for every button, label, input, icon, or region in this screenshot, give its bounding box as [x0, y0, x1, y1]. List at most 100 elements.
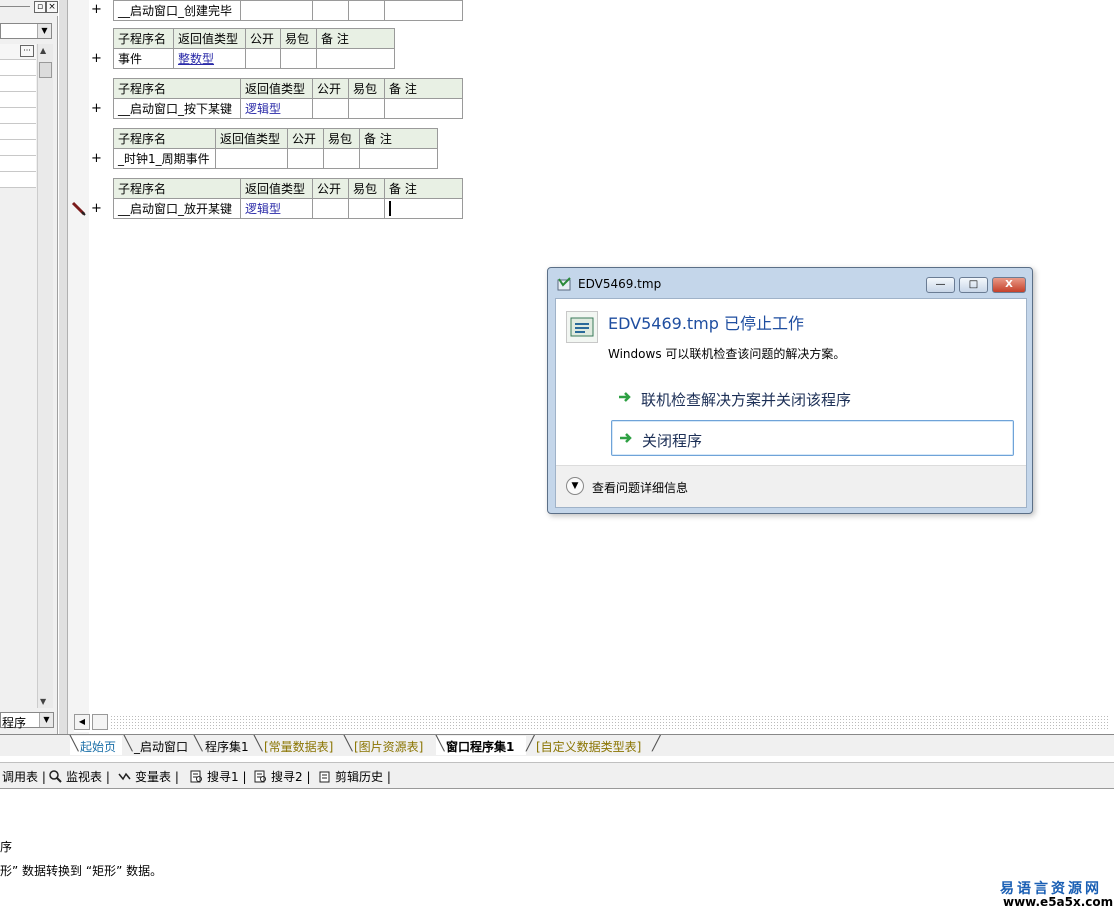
expand-icon[interactable]: +	[91, 151, 102, 166]
epackage-cell[interactable]	[348, 0, 385, 21]
public-cell[interactable]	[287, 148, 324, 169]
document-tabs: ╲ 起始页 ╲ _启动窗口 ╲ 程序集1 ╲ [常量数据表] ╲ [图片资源表]…	[0, 734, 1114, 756]
epackage-cell[interactable]	[348, 98, 385, 119]
return-type-link[interactable]: 整数型	[178, 52, 214, 66]
property-scrollbar[interactable]: ▲ ▼	[37, 44, 53, 708]
header-remark: 备 注	[384, 178, 463, 199]
minimize-button[interactable]: —	[926, 277, 955, 293]
property-row[interactable]	[0, 92, 36, 108]
public-cell[interactable]	[245, 48, 281, 69]
expand-icon[interactable]: +	[91, 101, 102, 116]
tab-label: [图片资源表]	[354, 740, 424, 754]
chevron-down-icon[interactable]: ▼	[37, 24, 51, 38]
variable-table-button[interactable]: 变量表 |	[118, 768, 179, 785]
restore-button[interactable]: □	[959, 277, 988, 293]
search2-button[interactable]: 搜寻2 |	[254, 768, 311, 785]
epackage-cell[interactable]	[348, 198, 385, 219]
variables-icon	[118, 772, 131, 781]
check-online-option[interactable]: 联机检查解决方案并关闭该程序	[611, 380, 1014, 416]
epackage-cell[interactable]	[280, 48, 317, 69]
close-program-option[interactable]: 关闭程序	[611, 420, 1014, 456]
property-row[interactable]	[0, 108, 36, 124]
property-row[interactable]	[0, 140, 36, 156]
scroll-down-icon[interactable]: ▼	[40, 697, 46, 706]
tab-custom-types[interactable]: ╱ [自定义数据类型表] ╱	[526, 736, 662, 755]
tab-startup-window[interactable]: ╲ _启动窗口	[124, 736, 194, 755]
chevron-down-icon[interactable]: ▼	[566, 477, 584, 495]
subroutine-name-cell[interactable]: __启动窗口_创建完毕	[113, 0, 241, 21]
remark-cell[interactable]	[384, 98, 463, 119]
scroll-thumb[interactable]	[92, 714, 108, 730]
clip-history-button[interactable]: 剪辑历史 |	[318, 768, 391, 785]
tab-label: _启动窗口	[134, 740, 189, 754]
tab-label: 起始页	[80, 740, 117, 754]
public-cell[interactable]	[312, 0, 349, 21]
search2-label: 搜寻2	[271, 770, 303, 784]
header-subroutine-name: 子程序名	[113, 128, 216, 149]
watch-table-button[interactable]: 监视表 |	[49, 768, 110, 785]
object-combo[interactable]: ▼	[0, 23, 52, 39]
header-return-type: 返回值类型	[215, 128, 288, 149]
dialog-footer: ▼ 查看问题详细信息	[556, 465, 1026, 507]
splitter[interactable]	[59, 0, 67, 735]
remark-cell[interactable]	[384, 0, 463, 21]
chevron-down-icon[interactable]: ▼	[39, 713, 53, 727]
property-row[interactable]	[0, 60, 36, 76]
subroutine-name-cell[interactable]: 事件	[113, 48, 174, 69]
scroll-up-icon[interactable]: ▲	[40, 46, 46, 55]
return-type-value[interactable]: 逻辑型	[245, 102, 281, 116]
pin-icon[interactable]: ▫	[34, 1, 46, 13]
pencil-icon	[71, 201, 86, 216]
header-epackage: 易包	[280, 28, 317, 49]
search1-button[interactable]: 搜寻1 |	[190, 768, 247, 785]
subroutine-name-cell[interactable]: __启动窗口_放开某键	[113, 198, 241, 219]
dialog-heading: EDV5469.tmp 已停止工作	[608, 314, 805, 333]
remark-cell[interactable]	[359, 148, 438, 169]
property-row[interactable]	[0, 76, 36, 92]
header-public: 公开	[312, 178, 349, 199]
public-cell[interactable]	[312, 98, 349, 119]
subroutine-name-cell[interactable]: __启动窗口_按下某键	[113, 98, 241, 119]
scroll-thumb[interactable]	[39, 62, 52, 78]
return-type-cell[interactable]: 逻辑型	[240, 98, 313, 119]
text-cursor	[389, 201, 391, 216]
tab-start-page[interactable]: ╲ 起始页	[70, 736, 122, 755]
tab-constants[interactable]: ╲ [常量数据表]	[254, 736, 344, 755]
search-list-icon	[190, 770, 202, 783]
header-public: 公开	[287, 128, 324, 149]
property-row[interactable]	[0, 124, 36, 140]
tab-program-set-1[interactable]: ╲ 程序集1	[194, 736, 254, 755]
program-combo-value: 程序	[2, 716, 27, 730]
program-combo[interactable]: 程序 ▼	[0, 712, 54, 730]
property-row[interactable]	[0, 172, 36, 188]
tab-image-resources[interactable]: ╲ [图片资源表]	[344, 736, 436, 755]
subroutine-name-cell[interactable]: _时钟1_周期事件	[113, 148, 216, 169]
return-type-cell[interactable]	[215, 148, 288, 169]
watch-table-label: 监视表	[66, 770, 103, 784]
public-cell[interactable]	[312, 198, 349, 219]
code-hscrollbar[interactable]: ◀	[74, 714, 1114, 732]
expand-icon[interactable]: +	[91, 201, 102, 216]
crash-dialog: EDV5469.tmp — □ X EDV5469.tmp 已停止工作 Wind…	[547, 267, 1033, 514]
more-icon[interactable]: ···	[20, 45, 34, 57]
expand-icon[interactable]: +	[91, 51, 102, 66]
expand-icon[interactable]: +	[91, 2, 102, 17]
property-row[interactable]: ···	[0, 44, 36, 60]
view-details-link[interactable]: 查看问题详细信息	[592, 479, 688, 496]
return-type-cell[interactable]: 整数型	[173, 48, 246, 69]
return-type-cell[interactable]: 逻辑型	[240, 198, 313, 219]
output-line: 序	[0, 840, 13, 854]
return-type-value[interactable]: 逻辑型	[245, 202, 281, 216]
remark-cell[interactable]	[316, 48, 395, 69]
close-button[interactable]: X	[992, 277, 1026, 293]
tab-window-program-set-1[interactable]: ╲ 窗口程序集1	[436, 736, 526, 755]
scroll-left-icon[interactable]: ◀	[74, 714, 90, 730]
subroutine-table: 子程序名 返回值类型 公开 易包 备 注 __启动窗口_放开某键 逻辑型	[113, 178, 463, 219]
close-icon[interactable]: ×	[46, 1, 58, 13]
call-table-button[interactable]: 调用表 |	[2, 768, 46, 785]
return-type-cell[interactable]	[240, 0, 313, 21]
epackage-cell[interactable]	[323, 148, 360, 169]
magnifier-icon	[49, 770, 62, 783]
property-row[interactable]	[0, 156, 36, 172]
remark-cell[interactable]	[384, 198, 463, 219]
